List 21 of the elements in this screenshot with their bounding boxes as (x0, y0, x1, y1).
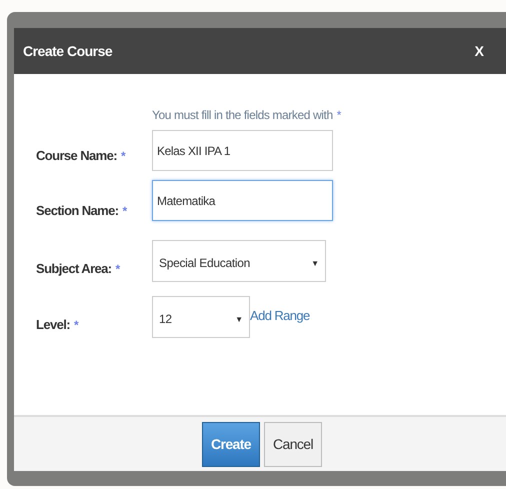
dropdown[interactable]: 12 ▼ (152, 296, 250, 338)
dialog-title: Create Course (23, 43, 112, 59)
caret-icon: ▼ (235, 314, 243, 324)
field-label: Section Name: * (36, 202, 128, 218)
close-button[interactable]: X (474, 43, 484, 59)
field-label: Subject Area: * (36, 260, 121, 276)
dropdown[interactable]: Special Education ▼ (152, 240, 326, 282)
add-range-link[interactable]: Add Range (250, 308, 310, 323)
create-button[interactable]: Create (202, 422, 260, 466)
required-mark: * (122, 204, 127, 218)
required-hint: You must fill in the fields marked with * (152, 108, 342, 124)
field-label: Level: * (36, 316, 80, 332)
required-mark: * (120, 148, 126, 162)
text-field[interactable]: Matematika (152, 180, 333, 221)
caret-icon: ▼ (311, 258, 319, 268)
field-label: Course Name: * (36, 148, 126, 162)
text-field[interactable]: Kelas XII IPA 1 (152, 130, 333, 171)
required-mark: * (74, 318, 78, 332)
required-mark: * (116, 262, 120, 276)
required-mark: * (336, 108, 341, 122)
cancel-button[interactable]: Cancel (264, 422, 322, 466)
